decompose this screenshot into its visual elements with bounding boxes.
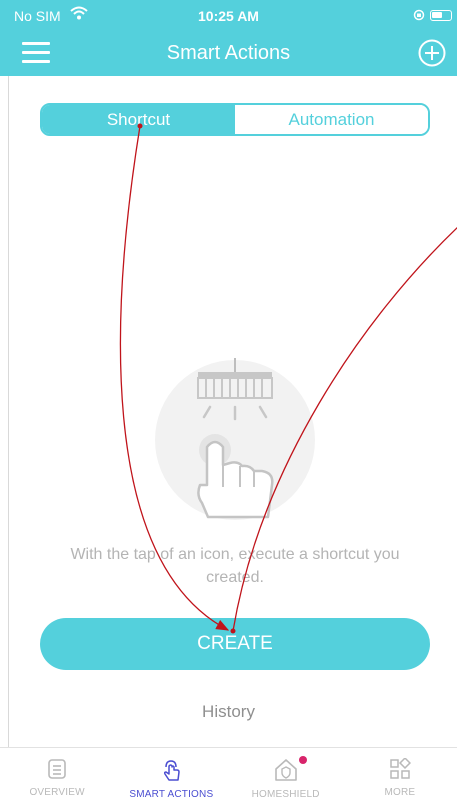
notification-badge [298, 756, 307, 764]
create-button[interactable]: CREATE [40, 618, 430, 670]
history-link[interactable]: History [0, 702, 457, 722]
status-time: 10:25 AM [198, 8, 259, 24]
app-header: Smart Actions [0, 30, 457, 76]
grid-icon [390, 756, 411, 779]
tab-label-overview: OVERVIEW [29, 787, 85, 798]
tab-more[interactable]: MORE [343, 748, 457, 806]
empty-state-text: With the tap of an icon, execute a short… [70, 546, 400, 586]
tab-shortcut[interactable]: Shortcut [42, 105, 235, 134]
battery-icon [430, 10, 452, 21]
tab-homeshield[interactable]: HOMESHIELD [229, 748, 343, 806]
bottom-tab-bar: OVERVIEW SMART ACTIONS HOMESHIELD MORE [0, 747, 457, 806]
tap-hand-icon [164, 760, 181, 781]
document-icon [48, 759, 66, 779]
tap-shortcut-illustration [155, 358, 315, 520]
tab-automation[interactable]: Automation [235, 105, 428, 134]
tab-label-more: MORE [384, 787, 416, 798]
page-title: Smart Actions [166, 42, 291, 64]
orientation-lock-icon [413, 8, 425, 24]
tab-smart-actions[interactable]: SMART ACTIONS [114, 748, 228, 806]
edge-rule [8, 30, 9, 805]
add-button[interactable] [418, 39, 446, 67]
add-circle-icon [418, 39, 446, 67]
home-shield-icon [274, 759, 297, 781]
tab-label-smart-actions: SMART ACTIONS [129, 789, 214, 800]
shortcut-automation-toggle: Shortcut Automation [40, 103, 430, 136]
tab-label-homeshield: HOMESHIELD [251, 789, 320, 800]
status-bar: No SIM 10:25 AM [0, 0, 457, 30]
tab-overview[interactable]: OVERVIEW [0, 748, 114, 806]
